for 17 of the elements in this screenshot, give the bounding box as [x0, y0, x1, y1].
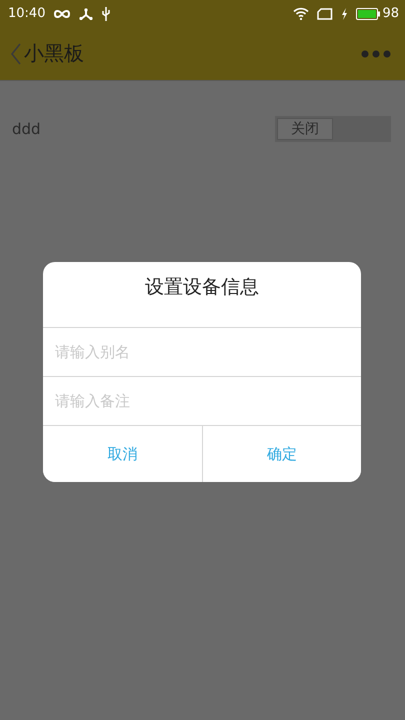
battery-percentage: 98	[382, 6, 399, 21]
infinity-icon	[53, 8, 72, 18]
device-name: ddd	[12, 120, 41, 138]
network-icon	[79, 8, 94, 20]
wifi-icon	[293, 7, 310, 20]
back-icon	[10, 42, 22, 66]
more-button[interactable]	[361, 50, 391, 58]
dialog-button[interactable]: 确定	[202, 426, 361, 482]
page-title: 小黑板	[24, 40, 84, 67]
toggle-switch[interactable]: 关闭	[275, 116, 391, 142]
sim-card-icon	[317, 8, 334, 20]
status-time: 10:40	[8, 6, 46, 21]
charging-icon	[341, 8, 348, 20]
more-icon	[361, 50, 391, 58]
back-button[interactable]	[10, 42, 22, 66]
battery-icon	[356, 8, 380, 20]
usb-icon	[101, 6, 112, 20]
